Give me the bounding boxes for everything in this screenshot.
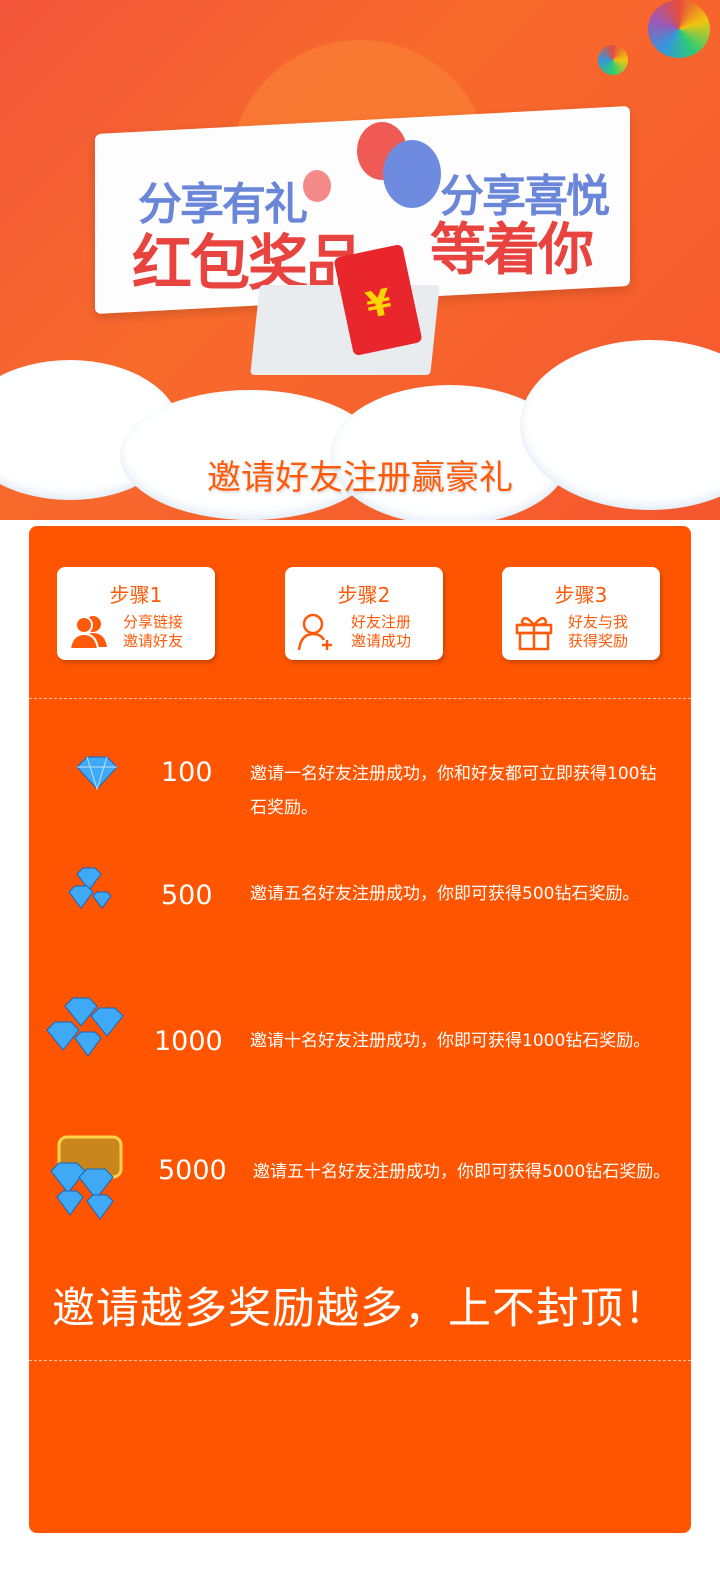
step-2-card: 步骤2 好友注册 邀请成功 [285, 567, 443, 660]
step-label: 步骤3 [554, 583, 608, 607]
step-desc: 获得奖励 [568, 632, 629, 650]
step-desc: 分享链接 [123, 613, 184, 631]
reward-amount: 500 [161, 880, 213, 911]
divider [29, 1360, 691, 1361]
reward-description: 邀请十名好友注册成功，你即可获得1000钻石奖励。 [250, 1031, 651, 1051]
step-desc: 邀请成功 [351, 632, 412, 650]
step-desc: 好友注册 [351, 613, 412, 631]
step-desc: 邀请好友 [123, 632, 184, 650]
diamonds-icon [68, 867, 112, 909]
reward-description: 邀请五名好友注册成功，你即可获得500钻石奖励。 [250, 884, 640, 904]
step-label: 步骤1 [109, 583, 163, 607]
slogan: 邀请越多奖励越多，上不封顶！ [52, 1284, 668, 1334]
hot-air-balloon-icon [598, 45, 628, 75]
step-label: 步骤2 [337, 583, 391, 607]
balloon-icon [303, 170, 331, 202]
hot-air-balloon-icon [648, 0, 710, 58]
divider [29, 698, 691, 699]
diamond-pile-icon [46, 997, 124, 1057]
page-title: 邀请好友注册赢豪礼 [207, 458, 513, 498]
gift-icon [515, 616, 553, 651]
step-desc: 好友与我 [568, 613, 629, 631]
hero-banner: 分享有礼 红包奖品 分享喜悦 等着你 ¥ [0, 0, 720, 520]
user-add-icon [297, 613, 332, 651]
balloon-icon [383, 140, 441, 208]
reward-description: 邀请五十名好友注册成功，你即可获得5000钻石奖励。 [253, 1162, 671, 1182]
reward-amount: 5000 [158, 1155, 227, 1186]
step-1-card: 步骤1 分享链接 邀请好友 [57, 567, 215, 660]
invite-card: 步骤1 分享链接 邀请好友 步骤2 好友注册 邀请成功 步骤3 好友与我 获得奖励 1… [29, 526, 691, 1533]
treasure-chest-icon [50, 1135, 123, 1220]
step-3-card: 步骤3 好友与我 获得奖励 [502, 567, 660, 660]
reward-amount: 1000 [154, 1026, 223, 1057]
banner-text-4: 等着你 [430, 218, 594, 283]
users-icon [69, 616, 107, 650]
diamond-icon [76, 756, 118, 791]
reward-description: 邀请一名好友注册成功，你和好友都可立即获得100钻石奖励。 [250, 764, 657, 818]
reward-amount: 100 [161, 757, 213, 788]
